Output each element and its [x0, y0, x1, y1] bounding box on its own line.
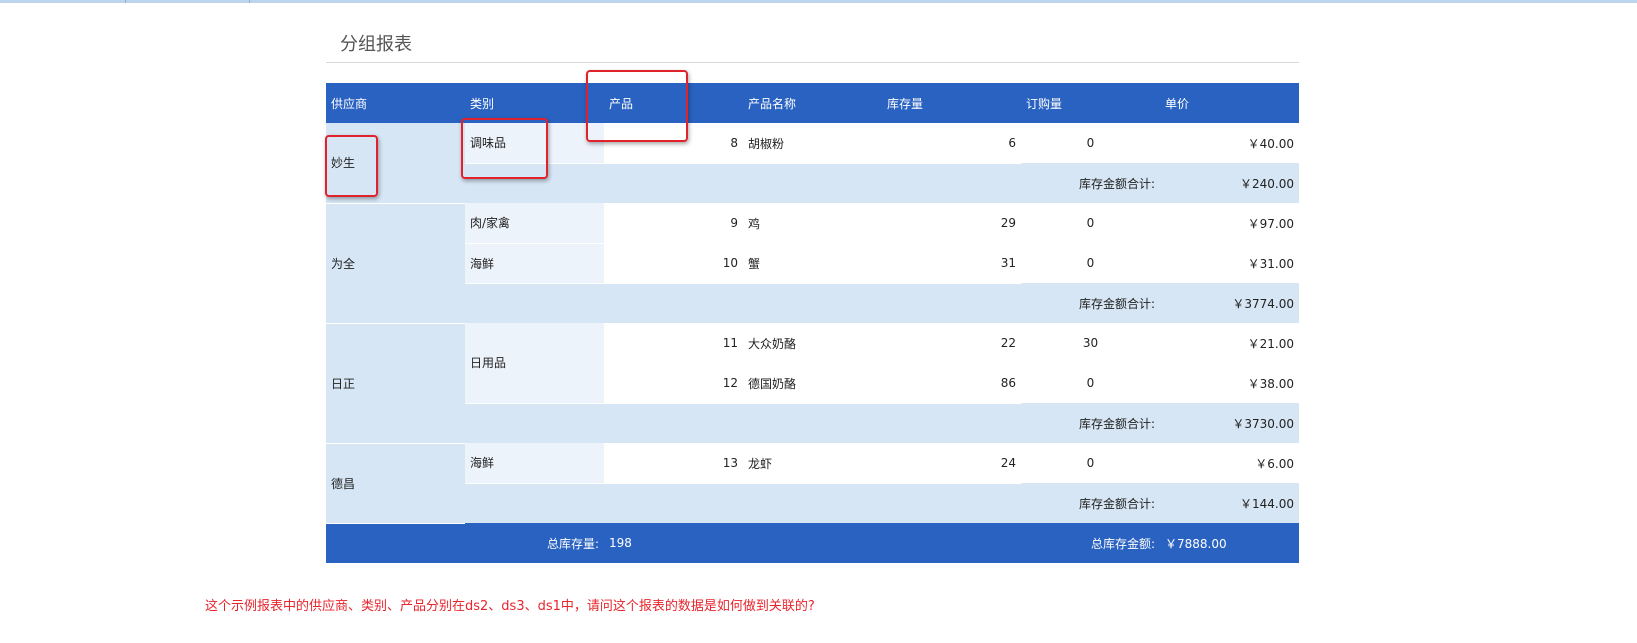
report-title: 分组报表 — [340, 34, 412, 55]
column-header: 类别 — [465, 83, 604, 123]
subtotal-row: 库存金额合计: ￥144.00 — [326, 483, 1299, 523]
subtotal-row: 库存金额合计: ￥3774.00 — [326, 283, 1299, 323]
subtotal-spacer — [465, 483, 1021, 523]
column-header: 产品名称 — [743, 83, 882, 123]
column-header: 产品 — [604, 83, 743, 123]
subtotal-value: ￥240.00 — [1160, 163, 1299, 203]
subtotal-label: 库存金额合计: — [1021, 483, 1160, 523]
supplier-cell: 为全 — [326, 203, 465, 324]
subtotal-value: ￥144.00 — [1160, 483, 1299, 523]
product-id-cell: 8 — [604, 123, 743, 163]
column-header: 库存量 — [882, 83, 1021, 123]
top-tab-segment[interactable] — [126, 0, 250, 3]
subtotal-value: ￥3774.00 — [1160, 283, 1299, 323]
product-row: 日正 日用品 11 大众奶酪 22 30 ￥21.00 — [326, 323, 1299, 444]
subtotal-label: 库存金额合计: — [1021, 403, 1160, 443]
product-id-cell: 12 — [604, 363, 743, 403]
price-cell: ￥21.00 — [1160, 323, 1299, 363]
total-spacer — [326, 523, 465, 563]
order-cell: 0 — [1021, 203, 1160, 243]
product-row: 海鲜 10 蟹 31 0 ￥31.00 — [326, 243, 1299, 284]
product-row: 妙生 调味品 8 胡椒粉 6 0 ￥40.00 — [326, 123, 1299, 204]
product-id-cell: 9 — [604, 203, 743, 243]
subtotal-label: 库存金额合计: — [1021, 163, 1160, 203]
column-header: 单价 — [1160, 83, 1299, 123]
stock-cell: 29 — [882, 203, 1021, 243]
subtotal-row: 库存金额合计: ￥240.00 — [326, 163, 1299, 203]
question-text: 这个示例报表中的供应商、类别、产品分别在ds2、ds3、ds1中，请问这个报表的… — [205, 599, 815, 614]
category-cell: 肉/家禽 — [465, 203, 604, 244]
stock-cell: 86 — [882, 363, 1021, 403]
product-id-cell: 13 — [604, 443, 743, 483]
category-cell: 海鲜 — [465, 443, 604, 484]
header-row: 供应商 类别 产品 产品名称 库存量 订购量 单价 — [326, 83, 1299, 123]
top-tab-strip — [0, 0, 1637, 3]
column-header: 供应商 — [326, 83, 465, 123]
subtotal-spacer — [465, 163, 1021, 203]
price-cell: ￥38.00 — [1160, 363, 1299, 403]
price-cell: ￥97.00 — [1160, 203, 1299, 243]
price-cell: ￥40.00 — [1160, 123, 1299, 163]
supplier-cell: 德昌 — [326, 443, 465, 524]
category-cell: 日用品 — [465, 323, 604, 404]
subtotal-spacer — [465, 403, 1021, 443]
product-name-cell: 胡椒粉 — [743, 123, 882, 163]
price-cell: ￥6.00 — [1160, 443, 1299, 483]
column-header: 订购量 — [1021, 83, 1160, 123]
grand-total-row: 总库存量: 198 总库存金额: ￥7888.00 — [326, 523, 1299, 563]
stock-cell: 24 — [882, 443, 1021, 483]
product-id-cell: 10 — [604, 243, 743, 283]
order-cell: 0 — [1021, 443, 1160, 483]
total-stock-value: 198 — [604, 523, 743, 563]
subtotal-label: 库存金额合计: — [1021, 283, 1160, 323]
subtotal-row: 库存金额合计: ￥3730.00 — [326, 403, 1299, 443]
order-cell: 0 — [1021, 243, 1160, 283]
order-cell: 30 — [1021, 323, 1160, 363]
order-cell: 0 — [1021, 363, 1160, 403]
stock-cell: 31 — [882, 243, 1021, 283]
grouped-report-table: 供应商 类别 产品 产品名称 库存量 订购量 单价 妙生 调味品 8 胡椒粉 6 0 ￥40.00 库存金额… — [326, 83, 1299, 563]
product-name-cell: 鸡 — [743, 203, 882, 243]
title-divider — [326, 62, 1299, 63]
supplier-cell: 日正 — [326, 323, 465, 444]
product-name-cell: 龙虾 — [743, 443, 882, 483]
stock-cell: 22 — [882, 323, 1021, 363]
stock-cell: 6 — [882, 123, 1021, 163]
product-name-cell: 德国奶酪 — [743, 363, 882, 403]
top-tab-segment[interactable] — [0, 0, 126, 3]
total-spacer — [743, 523, 1021, 563]
total-stock-label: 总库存量: — [465, 523, 604, 563]
order-cell: 0 — [1021, 123, 1160, 163]
category-cell: 海鲜 — [465, 243, 604, 284]
total-amount-value: ￥7888.00 — [1160, 523, 1299, 563]
price-cell: ￥31.00 — [1160, 243, 1299, 283]
product-name-cell: 大众奶酪 — [743, 323, 882, 363]
total-amount-label: 总库存金额: — [1021, 523, 1160, 563]
category-cell: 调味品 — [465, 123, 604, 164]
product-id-cell: 11 — [604, 323, 743, 363]
subtotal-value: ￥3730.00 — [1160, 403, 1299, 443]
product-row: 德昌 海鲜 13 龙虾 24 0 ￥6.00 — [326, 443, 1299, 524]
supplier-cell: 妙生 — [326, 123, 465, 204]
subtotal-spacer — [465, 283, 1021, 323]
product-row: 为全 肉/家禽 9 鸡 29 0 ￥97.00 — [326, 203, 1299, 324]
product-name-cell: 蟹 — [743, 243, 882, 283]
